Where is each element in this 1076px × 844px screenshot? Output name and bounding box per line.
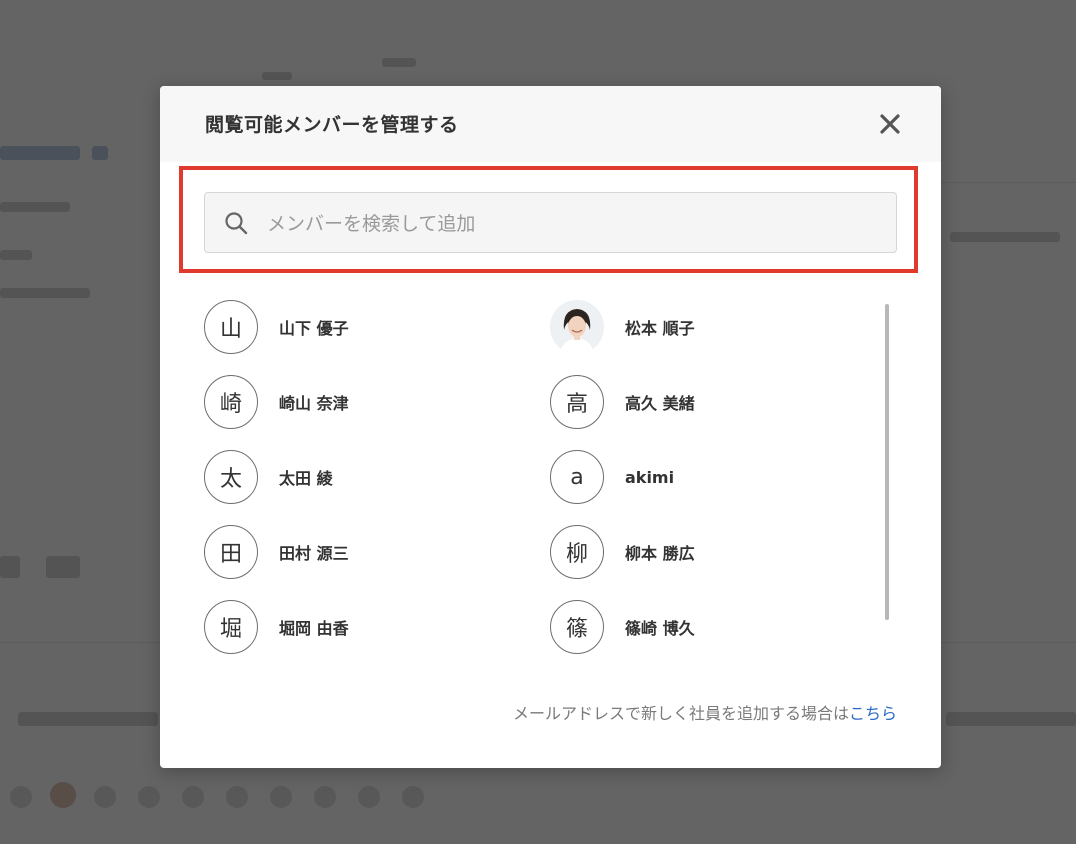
manage-members-modal: 閲覧可能メンバーを管理する 山 山下 優子 崎 崎山 奈津 太 太田 綾 田 田… bbox=[160, 86, 941, 768]
member-item[interactable]: 松本 順子 bbox=[550, 299, 695, 355]
member-avatar: a bbox=[550, 450, 604, 504]
member-name: 柳本 勝広 bbox=[625, 544, 695, 563]
member-avatar: 篠 bbox=[550, 600, 604, 654]
modal-header: 閲覧可能メンバーを管理する bbox=[160, 86, 941, 162]
member-avatar: 柳 bbox=[550, 525, 604, 579]
member-list-scrollbar[interactable] bbox=[885, 304, 889, 620]
member-avatar: 山 bbox=[204, 300, 258, 354]
member-avatar: 高 bbox=[550, 375, 604, 429]
close-button[interactable] bbox=[874, 108, 906, 140]
member-photo-avatar bbox=[550, 300, 604, 354]
member-avatar: 堀 bbox=[204, 600, 258, 654]
member-item[interactable]: 堀 堀岡 由香 bbox=[204, 599, 349, 655]
add-by-email-link[interactable]: こちら bbox=[849, 704, 897, 723]
member-search-input[interactable] bbox=[265, 203, 879, 245]
person-photo-icon bbox=[550, 300, 604, 354]
member-item[interactable]: a akimi bbox=[550, 449, 674, 505]
member-name: 太田 綾 bbox=[279, 469, 333, 488]
member-name: 崎山 奈津 bbox=[279, 394, 349, 413]
member-avatar: 崎 bbox=[204, 375, 258, 429]
member-item[interactable]: 柳 柳本 勝広 bbox=[550, 524, 695, 580]
member-item[interactable]: 田 田村 源三 bbox=[204, 524, 349, 580]
member-item[interactable]: 太 太田 綾 bbox=[204, 449, 333, 505]
member-name: 篠崎 博久 bbox=[625, 619, 695, 638]
member-name: 堀岡 由香 bbox=[279, 619, 349, 638]
add-by-email-note: メールアドレスで新しく社員を追加する場合はこちら bbox=[513, 700, 897, 724]
member-item[interactable]: 山 山下 優子 bbox=[204, 299, 349, 355]
member-item[interactable]: 高 高久 美緒 bbox=[550, 374, 695, 430]
member-name: 松本 順子 bbox=[625, 319, 695, 338]
close-icon bbox=[880, 114, 900, 134]
add-by-email-text: メールアドレスで新しく社員を追加する場合は bbox=[512, 704, 849, 723]
member-search-field[interactable] bbox=[204, 192, 897, 253]
member-item[interactable]: 崎 崎山 奈津 bbox=[204, 374, 349, 430]
modal-title: 閲覧可能メンバーを管理する bbox=[205, 114, 459, 136]
member-item[interactable]: 篠 篠崎 博久 bbox=[550, 599, 695, 655]
member-name: 田村 源三 bbox=[279, 544, 349, 563]
member-name: akimi bbox=[625, 467, 675, 487]
search-icon bbox=[225, 212, 248, 235]
member-name: 山下 優子 bbox=[279, 319, 349, 338]
member-name: 高久 美緒 bbox=[625, 394, 695, 413]
member-avatar: 田 bbox=[204, 525, 258, 579]
member-avatar: 太 bbox=[204, 450, 258, 504]
